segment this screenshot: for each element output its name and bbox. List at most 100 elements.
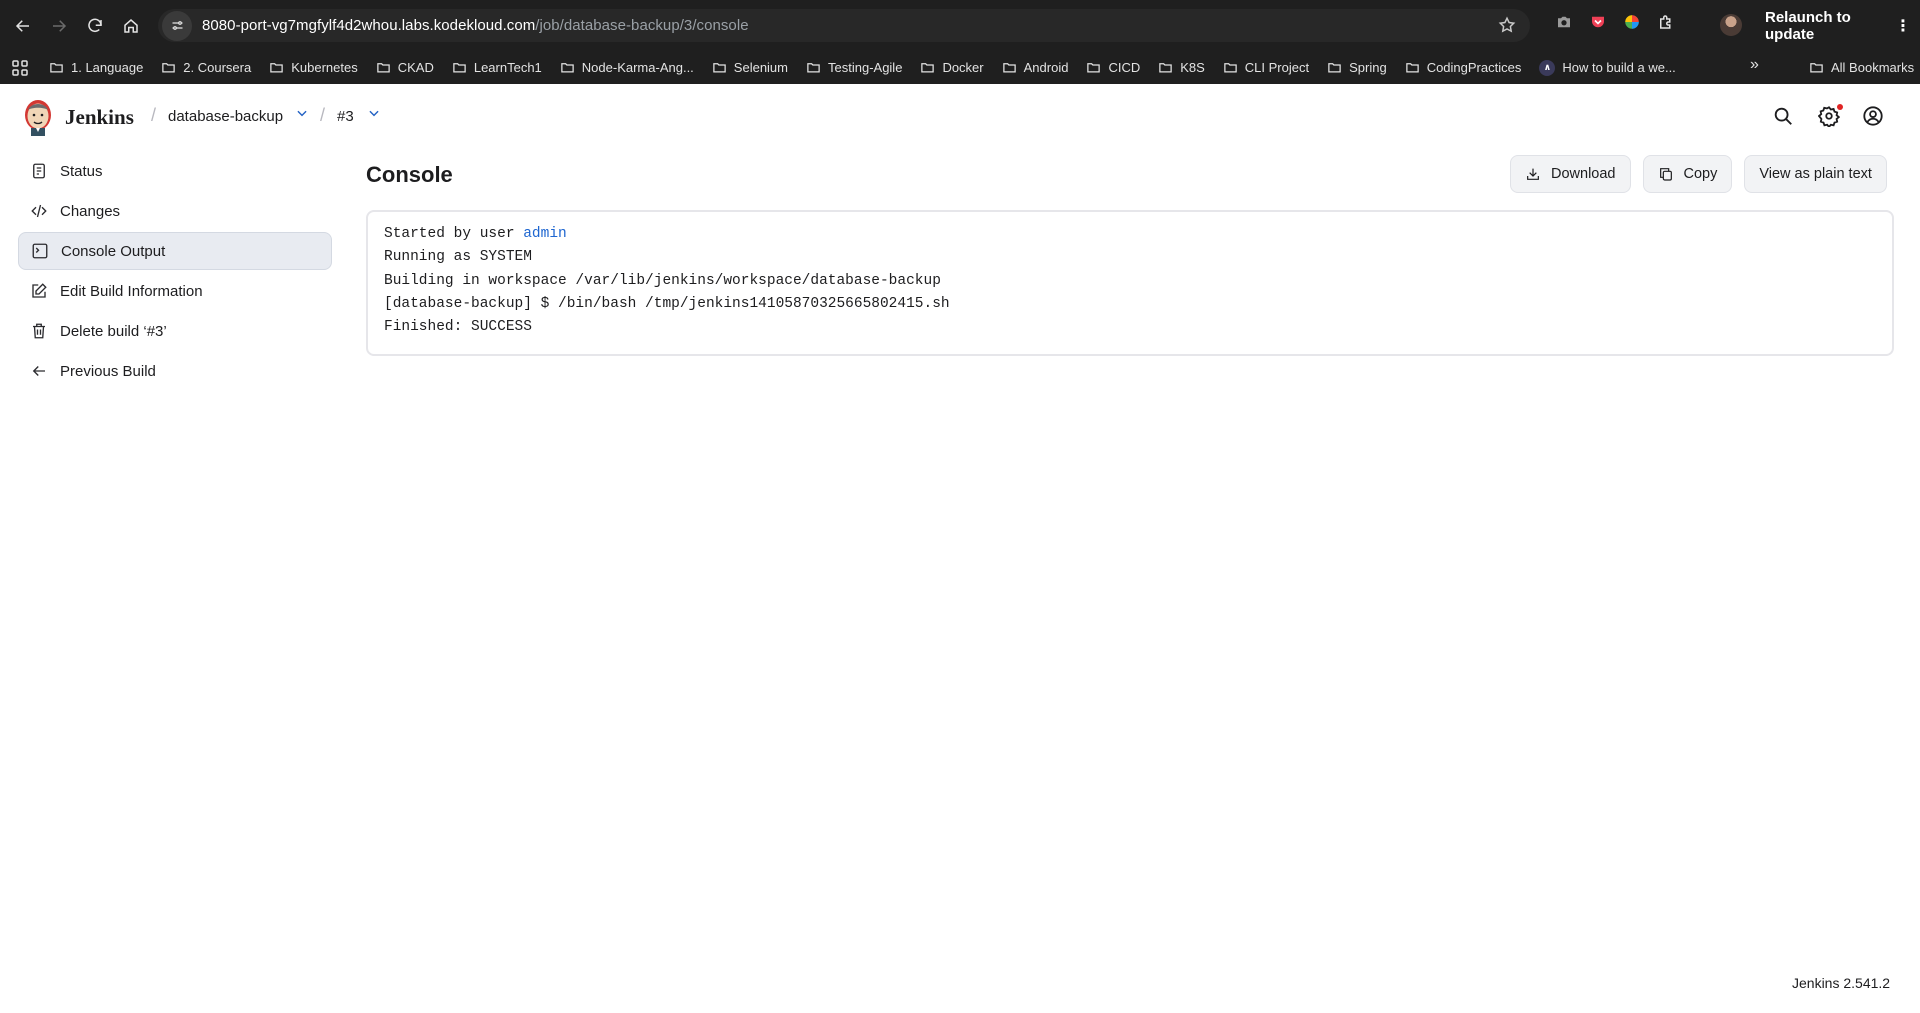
color-extension[interactable]: [1622, 12, 1642, 32]
reload-button[interactable]: [77, 8, 113, 44]
bookmark-item[interactable]: ∧ How to build a we...: [1530, 54, 1684, 82]
arrow-left-icon: [29, 361, 49, 381]
extensions-button[interactable]: [1656, 12, 1676, 32]
console-line: Started by user admin: [384, 223, 1876, 246]
bookmark-item[interactable]: CLI Project: [1214, 54, 1318, 82]
folder-icon: [1087, 63, 1101, 73]
arrow-right-icon: [53, 19, 67, 32]
breadcrumb-build[interactable]: #3: [337, 108, 354, 125]
all-bookmarks-label: All Bookmarks: [1831, 60, 1915, 75]
sidebar-item-label: Changes: [60, 202, 121, 220]
back-button[interactable]: [5, 8, 41, 44]
breadcrumb-job-menu[interactable]: [295, 106, 309, 125]
reload-icon: [88, 18, 102, 32]
bookmark-item[interactable]: 2. Coursera: [152, 54, 260, 82]
breadcrumb-build-menu[interactable]: [367, 106, 381, 125]
jenkins-logo[interactable]: [22, 98, 54, 136]
chevron-down-icon: [297, 110, 307, 117]
sidebar-item-changes[interactable]: Changes: [18, 192, 332, 230]
tune-icon: [172, 21, 182, 30]
bookmark-item[interactable]: CICD: [1077, 54, 1149, 82]
jenkins-version[interactable]: Jenkins 2.541.2: [1792, 975, 1890, 991]
bookmark-item[interactable]: K8S: [1149, 54, 1214, 82]
url-host: 8080-port-vg7mgfylf4d2whou.labs.kodeklou…: [202, 17, 536, 34]
sidebar-item-previous-build[interactable]: Previous Build: [18, 352, 332, 390]
bookmark-item[interactable]: CodingPractices: [1396, 54, 1531, 82]
bookmark-label: Selenium: [733, 60, 788, 75]
folder-icon: [1224, 63, 1237, 73]
bookmark-item[interactable]: LearnTech1: [443, 54, 551, 82]
screenshot-extension[interactable]: [1554, 12, 1574, 32]
all-bookmarks-button[interactable]: All Bookmarks: [1800, 51, 1920, 84]
breadcrumb-separator: /: [151, 105, 157, 125]
breadcrumb-job[interactable]: database-backup: [168, 108, 283, 125]
extensions-row: [1554, 12, 1676, 32]
relaunch-button[interactable]: Relaunch to update ⋮: [1753, 9, 1920, 43]
bookmark-item[interactable]: Docker: [911, 54, 992, 82]
bookmark-label: 2. Coursera: [183, 60, 252, 75]
site-info-button[interactable]: [162, 10, 192, 41]
search-button[interactable]: [1772, 105, 1796, 129]
bookmark-label: CKAD: [397, 60, 434, 75]
sidebar-item-label: Status: [60, 162, 103, 180]
sidebar-item-console-output[interactable]: Console Output: [18, 232, 332, 270]
bookmark-label: Kubernetes: [291, 60, 358, 75]
brand-title[interactable]: Jenkins: [65, 105, 134, 130]
notification-dot: [1837, 104, 1843, 110]
bookmark-star-button[interactable]: [1498, 16, 1516, 39]
bookmark-item[interactable]: Testing-Agile: [797, 54, 911, 82]
browser-chrome: 8080-port-vg7mgfylf4d2whou.labs.kodeklou…: [0, 0, 1920, 84]
user-menu-button[interactable]: [1862, 105, 1886, 129]
user-link[interactable]: admin: [523, 226, 567, 242]
bookmark-item[interactable]: Node-Karma-Ang...: [551, 54, 703, 82]
jenkins-header: Jenkins / database-backup / #3: [0, 84, 1920, 150]
download-button[interactable]: Download: [1510, 155, 1631, 193]
view-plain-text-button[interactable]: View as plain text: [1744, 155, 1887, 193]
console-line: Building in workspace /var/lib/jenkins/w…: [384, 272, 941, 289]
bookmarks-overflow-button[interactable]: »: [1750, 56, 1759, 74]
forward-button[interactable]: [41, 8, 77, 44]
console-line: [database-backup] $ /bin/bash /tmp/jenki…: [384, 295, 950, 312]
more-vert-icon: ⋮: [1895, 17, 1911, 35]
bookmark-item[interactable]: Spring: [1318, 54, 1396, 82]
camera-icon: [1558, 16, 1570, 28]
bookmark-item[interactable]: CKAD: [367, 54, 443, 82]
home-button[interactable]: [113, 8, 149, 44]
sidebar-item-label: Console Output: [61, 242, 166, 260]
bookmark-item[interactable]: 1. Language: [40, 54, 152, 82]
folder-icon: [1159, 63, 1172, 73]
jenkins-page: Jenkins / database-backup / #3 Status Ch…: [0, 84, 1920, 1013]
download-label: Download: [1551, 166, 1616, 182]
folder-icon: [1328, 63, 1341, 73]
bookmark-label: Testing-Agile: [828, 60, 903, 75]
url-text[interactable]: 8080-port-vg7mgfylf4d2whou.labs.kodeklou…: [202, 17, 749, 34]
address-bar[interactable]: 8080-port-vg7mgfylf4d2whou.labs.kodeklou…: [158, 9, 1530, 42]
sidebar-item-delete-build[interactable]: Delete build ‘#3’: [18, 312, 332, 350]
folder-icon: [713, 63, 726, 73]
chevron-down-icon: [369, 110, 379, 117]
bookmarks-bar: 1. Language 2. Coursera Kubernetes CKAD Lear…: [0, 51, 1920, 84]
console-output: Started by user admin Running as SYSTEM …: [366, 210, 1894, 356]
apps-button[interactable]: [0, 59, 40, 76]
sidebar-item-label: Previous Build: [60, 362, 156, 380]
manage-jenkins-button[interactable]: [1817, 104, 1843, 129]
bookmark-item[interactable]: Kubernetes: [260, 54, 367, 82]
bookmark-item[interactable]: Selenium: [703, 54, 797, 82]
bookmark-label: Android: [1023, 60, 1069, 75]
status-icon: [29, 161, 49, 181]
grid-icon: [12, 59, 28, 76]
arrow-left-icon: [15, 19, 29, 32]
folder-icon: [1810, 63, 1823, 73]
profile-avatar[interactable]: [1720, 14, 1742, 36]
sidebar-item-edit-build-information[interactable]: Edit Build Information: [18, 272, 332, 310]
copy-button[interactable]: Copy: [1642, 155, 1733, 193]
folder-icon: [1405, 63, 1419, 73]
folder-icon: [50, 63, 63, 73]
home-icon: [124, 18, 138, 33]
sidebar-item-status[interactable]: Status: [18, 152, 332, 190]
bookmark-label: LearnTech1: [473, 60, 542, 75]
bookmark-item[interactable]: Android: [993, 54, 1078, 82]
folder-icon: [162, 63, 176, 73]
bookmark-label: CodingPractices: [1426, 60, 1522, 75]
pocket-extension[interactable]: [1588, 12, 1608, 32]
